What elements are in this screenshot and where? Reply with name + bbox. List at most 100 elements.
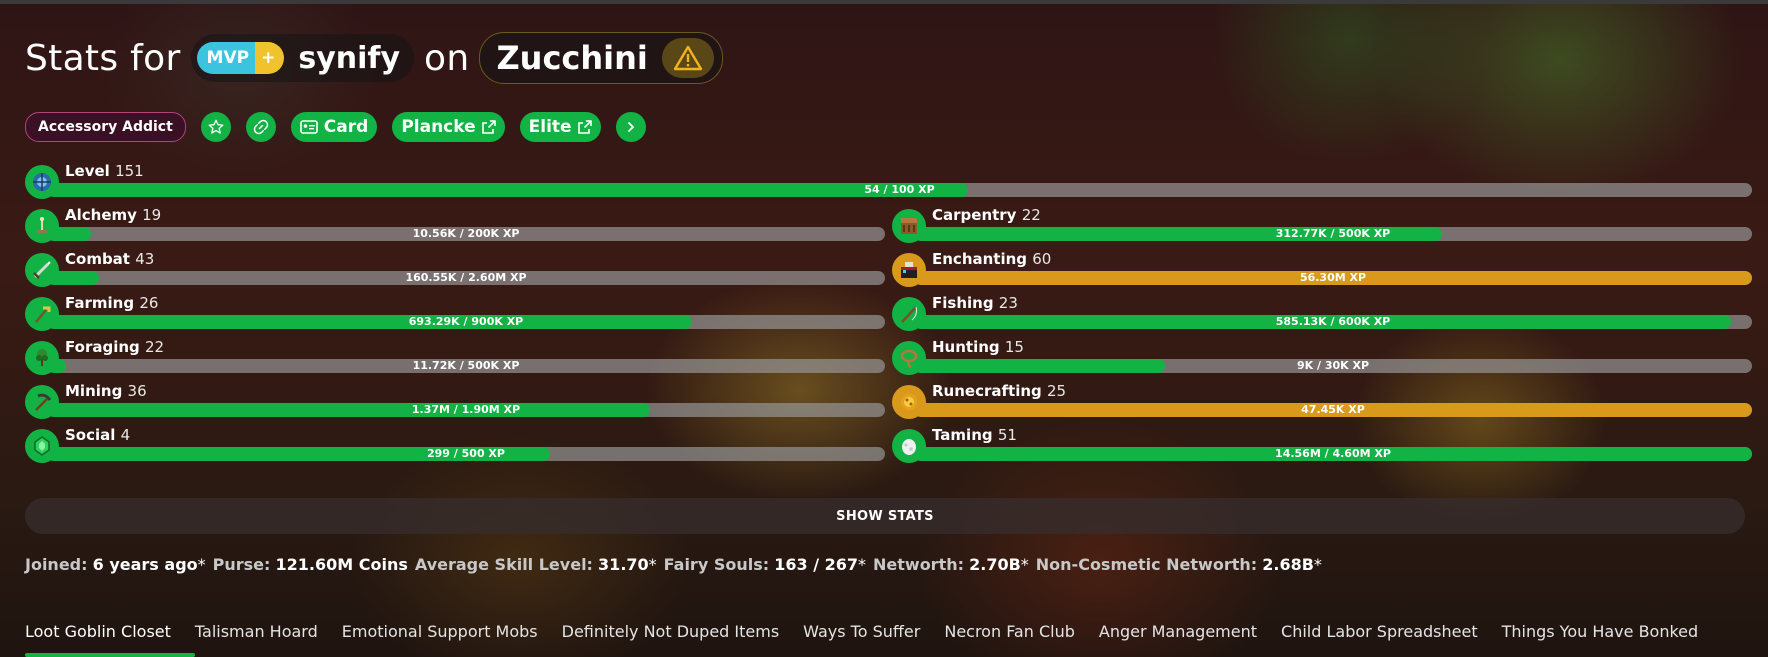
progress-track: 1.37M / 1.90M XP bbox=[47, 403, 885, 417]
tab-talisman-hoard[interactable]: Talisman Hoard bbox=[195, 622, 318, 652]
rank-badge: MVP + bbox=[196, 42, 285, 74]
progress-text: 160.55K / 2.60M XP bbox=[405, 271, 527, 284]
skill-level-value: 151 bbox=[115, 162, 144, 180]
skill-name: Fishing bbox=[932, 294, 994, 312]
networth-label: Networth: bbox=[873, 555, 965, 574]
progress-track: 11.72K / 500K XP bbox=[47, 359, 885, 373]
tab-loot-goblin-closet[interactable]: Loot Goblin Closet bbox=[25, 622, 171, 652]
skill-name: Taming bbox=[932, 426, 993, 444]
progress-track: 9K / 30K XP bbox=[914, 359, 1752, 373]
progress-text: 11.72K / 500K XP bbox=[412, 359, 520, 372]
favorite-button[interactable] bbox=[200, 112, 231, 142]
enchanting-table-icon bbox=[892, 253, 926, 287]
sapling-icon bbox=[25, 341, 59, 375]
skill-level-value: 19 bbox=[142, 206, 162, 224]
tab-definitely-not-duped-items[interactable]: Definitely Not Duped Items bbox=[562, 622, 780, 652]
networth-footnote[interactable]: * bbox=[1021, 555, 1029, 574]
plancke-link[interactable]: Plancke bbox=[392, 112, 505, 142]
link-icon bbox=[253, 119, 269, 135]
skill-social: Social 4 299 / 500 XP bbox=[25, 426, 885, 464]
progress-text: 1.37M / 1.90M XP bbox=[411, 403, 521, 416]
page-title: Stats for MVP + synify on Zucchini bbox=[25, 32, 723, 84]
skill-foraging: Foraging 22 11.72K / 500K XP bbox=[25, 338, 885, 376]
title-prefix: Stats for bbox=[25, 37, 181, 79]
skill-name: Farming bbox=[65, 294, 135, 312]
progress-text: 312.77K / 500K XP bbox=[1275, 227, 1391, 240]
level-icon bbox=[25, 165, 59, 199]
player-pill[interactable]: MVP + synify bbox=[190, 34, 415, 82]
top-border bbox=[0, 0, 1768, 4]
progress-track: 312.77K / 500K XP bbox=[914, 227, 1752, 241]
tab-child-labor-spreadsheet[interactable]: Child Labor Spreadsheet bbox=[1281, 622, 1478, 652]
skill-level-value: 23 bbox=[998, 294, 1018, 312]
tab-anger-management[interactable]: Anger Management bbox=[1099, 622, 1257, 652]
fishing-rod-icon bbox=[892, 297, 926, 331]
skill-level-value: 25 bbox=[1046, 382, 1067, 400]
skill-average-footnote[interactable]: * bbox=[649, 555, 657, 574]
profile-actions: Accessory Addict Card Plancke Elite bbox=[25, 112, 646, 142]
skill-level-value: 36 bbox=[127, 382, 147, 400]
progress-text: 299 / 500 XP bbox=[427, 447, 505, 460]
skill-farming: Farming 26 693.29K / 900K XP bbox=[25, 294, 885, 332]
warning-triangle-icon[interactable] bbox=[661, 38, 714, 78]
non-cosmetic-networth-footnote[interactable]: * bbox=[1314, 555, 1322, 574]
section-tabs: Loot Goblin Closet Talisman Hoard Emotiona… bbox=[25, 622, 1698, 652]
progress-track: 585.13K / 600K XP bbox=[914, 315, 1752, 329]
profile-selector[interactable]: Zucchini bbox=[479, 32, 723, 84]
chevron-right-icon bbox=[627, 122, 634, 132]
skill-name: Hunting bbox=[932, 338, 1000, 356]
profile-name: Zucchini bbox=[496, 39, 648, 77]
progress-text: 47.45K XP bbox=[1301, 403, 1365, 416]
tab-ways-to-suffer[interactable]: Ways To Suffer bbox=[803, 622, 920, 652]
card-button[interactable]: Card bbox=[290, 112, 378, 142]
skill-mining: Mining 36 1.37M / 1.90M XP bbox=[25, 382, 885, 420]
skill-name: Carpentry bbox=[932, 206, 1017, 224]
skill-alchemy: Alchemy 19 10.56K / 200K XP bbox=[25, 206, 885, 244]
joined-value: 6 years ago bbox=[92, 555, 198, 574]
player-name: synify bbox=[298, 40, 401, 76]
rank-mvp: MVP bbox=[196, 42, 256, 74]
progress-track: 54 / 100 XP bbox=[47, 183, 1752, 197]
brewing-stand-icon bbox=[25, 209, 59, 243]
progress-track: 56.30M XP bbox=[914, 271, 1752, 285]
skill-name: Level bbox=[65, 162, 110, 180]
external-link-icon bbox=[577, 120, 592, 134]
elite-link[interactable]: Elite bbox=[519, 112, 601, 142]
skill-hunting: Hunting 15 9K / 30K XP bbox=[892, 338, 1752, 376]
progress-text: 14.56M / 4.60M XP bbox=[1275, 447, 1391, 460]
more-links-button[interactable] bbox=[615, 112, 646, 142]
fairy-souls-footnote[interactable]: * bbox=[858, 555, 866, 574]
progress-track: 299 / 500 XP bbox=[47, 447, 885, 461]
skill-name: Alchemy bbox=[65, 206, 137, 224]
skill-level-value: 60 bbox=[1032, 250, 1052, 268]
tab-things-you-have-bonked[interactable]: Things You Have Bonked bbox=[1502, 622, 1699, 652]
progress-text: 585.13K / 600K XP bbox=[1275, 315, 1391, 328]
emerald-icon bbox=[25, 429, 59, 463]
non-cosmetic-networth-label: Non-Cosmetic Networth: bbox=[1035, 555, 1258, 574]
skill-level-value: 22 bbox=[145, 338, 165, 356]
active-tab-indicator bbox=[25, 653, 195, 657]
copy-link-button[interactable] bbox=[245, 112, 276, 142]
accessory-addict-badge[interactable]: Accessory Addict bbox=[25, 112, 186, 142]
purse-label: Purse: bbox=[212, 555, 271, 574]
non-cosmetic-networth-value: 2.68B bbox=[1262, 555, 1314, 574]
skill-level: Level 151 54 / 100 XP bbox=[25, 162, 1752, 200]
joined-footnote[interactable]: * bbox=[198, 555, 206, 574]
skill-name: Social bbox=[65, 426, 116, 444]
star-icon bbox=[208, 119, 224, 134]
show-stats-button[interactable]: SHOW STATS bbox=[25, 498, 1745, 534]
progress-track: 160.55K / 2.60M XP bbox=[47, 271, 885, 285]
skill-enchanting: Enchanting 60 56.30M XP bbox=[892, 250, 1752, 288]
tab-emotional-support-mobs[interactable]: Emotional Support Mobs bbox=[342, 622, 538, 652]
skill-level-value: 4 bbox=[120, 426, 131, 444]
progress-text: 9K / 30K XP bbox=[1296, 359, 1370, 372]
skill-carpentry: Carpentry 22 312.77K / 500K XP bbox=[892, 206, 1752, 244]
progress-text: 693.29K / 900K XP bbox=[408, 315, 524, 328]
tab-necron-fan-club[interactable]: Necron Fan Club bbox=[944, 622, 1075, 652]
id-card-icon bbox=[299, 120, 318, 134]
crafting-table-icon bbox=[892, 209, 926, 243]
spawn-egg-icon bbox=[892, 429, 926, 463]
plancke-label: Plancke bbox=[401, 117, 476, 137]
skill-level-value: 43 bbox=[135, 250, 155, 268]
skill-level-value: 26 bbox=[139, 294, 159, 312]
